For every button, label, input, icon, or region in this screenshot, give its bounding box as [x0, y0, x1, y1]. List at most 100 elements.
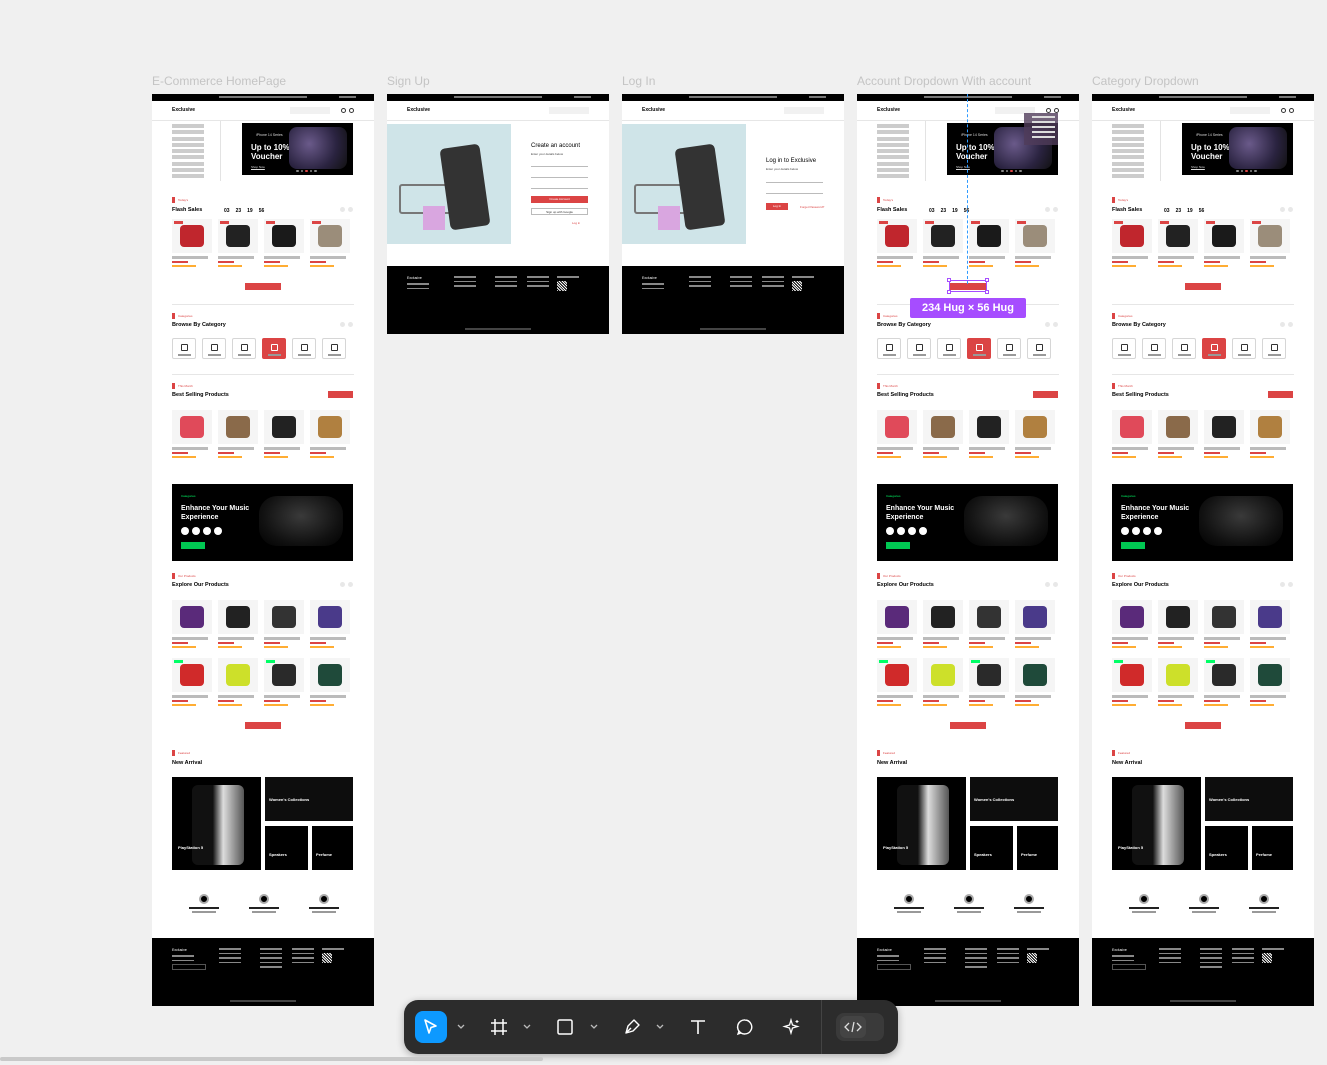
category-gaming[interactable] [1027, 338, 1051, 359]
flash-timer: 03 23 19 56 [1164, 208, 1205, 214]
category-phones[interactable] [1112, 338, 1136, 359]
category-tiles [1112, 338, 1286, 359]
new-arrival-title: New Arrival [172, 760, 203, 766]
explore-products-row-2 [877, 658, 1055, 706]
buy-now-button[interactable] [886, 542, 910, 549]
buy-now-button[interactable] [181, 542, 205, 549]
chevron-down-icon[interactable] [523, 1022, 531, 1032]
category-camera[interactable] [967, 338, 991, 359]
frame-login[interactable]: Exclusive Log in to Exclusive Enter your… [622, 94, 844, 334]
category-headphones[interactable] [997, 338, 1021, 359]
login-link[interactable]: Log in [572, 221, 580, 225]
best-selling-products [1112, 410, 1290, 458]
size-badge: 234 Hug × 56 Hug [910, 298, 1026, 318]
frame-title-category-dropdown[interactable]: Category Dropdown [1092, 74, 1199, 88]
category-smartwatch[interactable] [937, 338, 961, 359]
view-all-best-button[interactable] [328, 391, 353, 398]
create-account-button[interactable]: Create Account [531, 196, 588, 203]
code-icon [844, 1021, 862, 1033]
frame-homepage[interactable]: Exclusive iPhone 14 Series Up to 10% off… [152, 94, 374, 1006]
frame-category-dropdown[interactable]: Exclusive iPhone 14 Series Up to 10% off… [1092, 94, 1314, 1006]
frame-title-account-dropdown[interactable]: Account Dropdown With account [857, 74, 1031, 88]
service-features [894, 894, 1044, 916]
site-footer: Exclusive [152, 938, 374, 1006]
category-phones[interactable] [877, 338, 901, 359]
comment-icon [736, 1019, 753, 1036]
selected-button-outline[interactable] [947, 278, 989, 294]
search-input[interactable] [784, 107, 824, 114]
search-input[interactable] [549, 107, 589, 114]
chevron-down-icon[interactable] [590, 1022, 598, 1032]
name-field[interactable] [531, 166, 588, 167]
buy-now-button[interactable] [1121, 542, 1145, 549]
view-all-best-button[interactable] [1033, 391, 1058, 398]
frame-title-homepage[interactable]: E-Commerce HomePage [152, 74, 286, 88]
category-headphones[interactable] [292, 338, 316, 359]
category-camera[interactable] [262, 338, 286, 359]
actions-tool[interactable] [776, 1011, 808, 1043]
frame-title-login[interactable]: Log In [622, 74, 655, 88]
view-all-best-button[interactable] [1268, 391, 1293, 398]
view-all-products-button[interactable] [1185, 283, 1221, 290]
frame-signup[interactable]: Exclusive Create an account Enter your d… [387, 94, 609, 334]
category-computers[interactable] [202, 338, 226, 359]
guarantee-icon [1024, 894, 1034, 904]
category-computers[interactable] [1142, 338, 1166, 359]
speaker-image [964, 496, 1048, 546]
password-field[interactable] [766, 193, 823, 194]
account-dropdown-menu[interactable] [1024, 113, 1058, 145]
best-selling-products [877, 410, 1055, 458]
login-button[interactable]: Log In [766, 203, 788, 210]
explore-products-title: Explore Our Products [1112, 582, 1169, 588]
category-gaming[interactable] [322, 338, 346, 359]
frame-tool[interactable] [483, 1011, 515, 1043]
new-arrival-title: New Arrival [877, 760, 908, 766]
text-icon [691, 1020, 705, 1034]
announcement-bar [1092, 94, 1314, 101]
category-computers[interactable] [907, 338, 931, 359]
rectangle-icon [557, 1019, 573, 1035]
text-tool[interactable] [682, 1011, 714, 1043]
comment-tool[interactable] [729, 1011, 761, 1043]
search-input[interactable] [1230, 107, 1270, 114]
view-all-explore-button[interactable] [1185, 722, 1221, 729]
category-sidebar [1112, 124, 1157, 181]
category-camera[interactable] [1202, 338, 1226, 359]
view-all-explore-button[interactable] [245, 722, 281, 729]
password-field[interactable] [531, 188, 588, 189]
email-field[interactable] [531, 177, 588, 178]
google-signup-button[interactable]: Sign up with Google [531, 208, 588, 215]
view-all-explore-button[interactable] [950, 722, 986, 729]
delivery-icon [1139, 894, 1149, 904]
new-arrival-grid: PlayStation 5 Women's Collections Speake… [172, 777, 353, 870]
flash-sales-title: Flash Sales [1112, 207, 1143, 213]
sparkle-icon [782, 1017, 800, 1036]
category-smartwatch[interactable] [232, 338, 256, 359]
move-tool[interactable] [415, 1011, 447, 1043]
guarantee-icon [319, 894, 329, 904]
frame-account-dropdown[interactable]: Exclusive iPhone 14 Series Up to 10% off… [857, 94, 1079, 1006]
explore-products-row-1 [877, 600, 1055, 648]
site-navbar: Exclusive [1092, 101, 1314, 121]
search-input[interactable] [290, 107, 330, 114]
best-selling-title: Best Selling Products [172, 392, 229, 398]
chevron-down-icon[interactable] [457, 1022, 465, 1032]
chevron-down-icon[interactable] [656, 1022, 664, 1032]
frame-icon [491, 1019, 507, 1035]
category-smartwatch[interactable] [1172, 338, 1196, 359]
view-all-products-button[interactable] [245, 283, 281, 290]
category-gaming[interactable] [1262, 338, 1286, 359]
hero-banner: iPhone 14 Series Up to 10% off Voucher S… [242, 123, 353, 175]
pen-tool[interactable] [616, 1011, 648, 1043]
forgot-password-link[interactable]: Forget Password? [800, 205, 824, 209]
dev-mode-toggle[interactable] [836, 1013, 884, 1041]
iphone-image [289, 127, 347, 169]
frame-title-signup[interactable]: Sign Up [387, 74, 430, 88]
category-headphones[interactable] [1232, 338, 1256, 359]
category-sidebar [172, 124, 217, 181]
horizontal-scrollbar[interactable] [0, 1057, 543, 1061]
flash-timer: 03 23 19 56 [929, 208, 970, 214]
rectangle-tool[interactable] [549, 1011, 581, 1043]
category-phones[interactable] [172, 338, 196, 359]
email-field[interactable] [766, 182, 823, 183]
